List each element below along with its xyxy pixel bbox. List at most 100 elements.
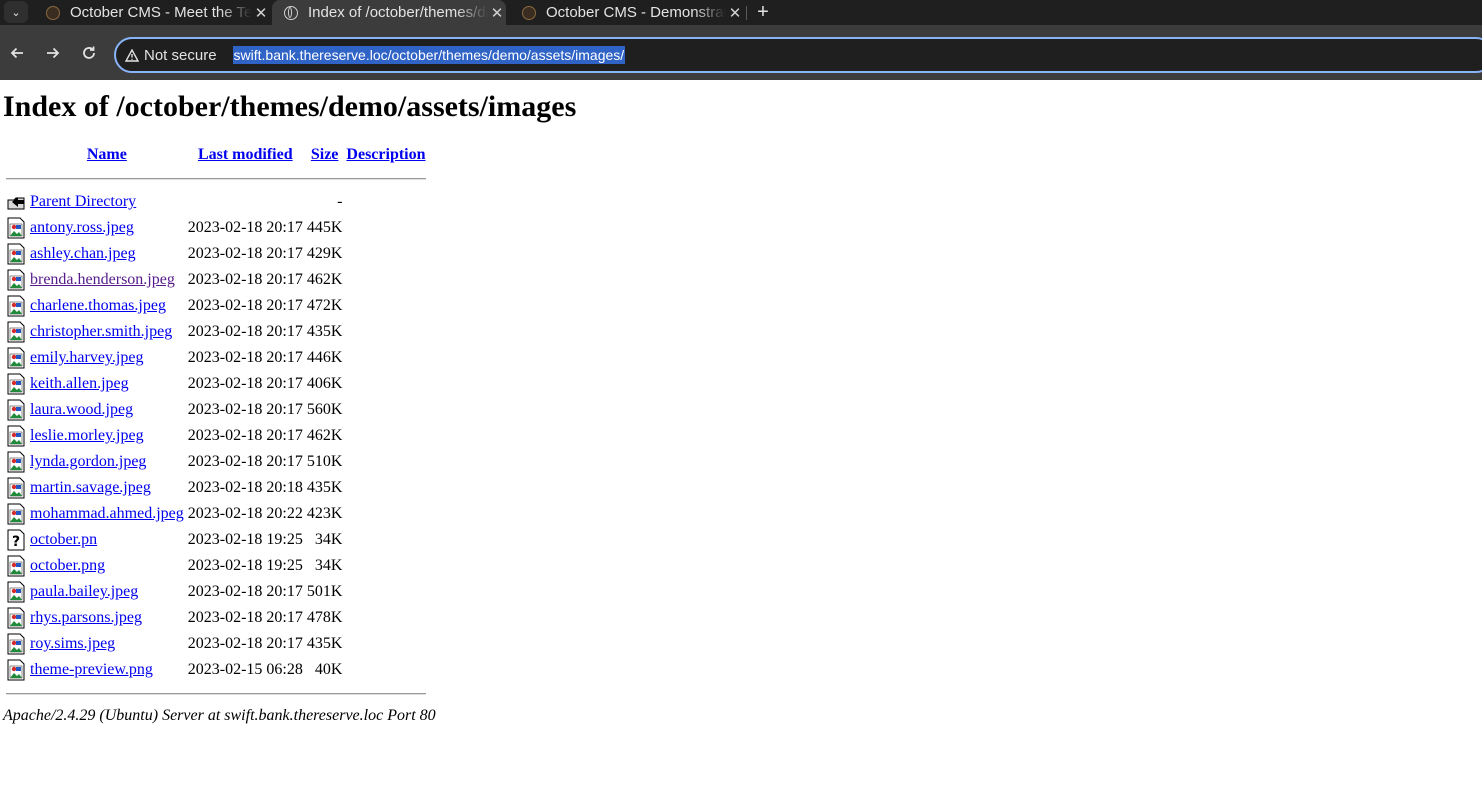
file-description — [345, 424, 426, 448]
page-content: Index of /october/themes/demo/assets/ima… — [0, 89, 1482, 725]
header-row: Name Last modified Size Description — [5, 143, 427, 167]
file-link[interactable]: charlene.thomas.jpeg — [30, 297, 166, 314]
sort-by-name-link[interactable]: Name — [87, 146, 127, 163]
file-size: 478K — [306, 609, 343, 626]
file-link[interactable]: mohammad.ahmed.jpeg — [30, 505, 184, 522]
table-row: lynda.gordon.jpeg 2023-02-18 20:17 510K — [5, 450, 427, 474]
back-arrow-icon[interactable] — [7, 43, 27, 63]
parent-directory-link[interactable]: Parent Directory — [30, 193, 136, 210]
file-size: 34K — [314, 557, 343, 574]
table-row: october.png 2023-02-18 19:25 34K — [5, 554, 427, 578]
file-modified: 2023-02-18 19:25 — [187, 531, 303, 548]
table-row: christopher.smith.jpeg 2023-02-18 20:17 43… — [5, 320, 427, 344]
file-modified: 2023-02-18 20:18 — [187, 479, 303, 496]
file-modified: 2023-02-18 20:22 — [187, 505, 303, 522]
table-row: ? october.pn 2023-02-18 19:25 34K — [5, 528, 427, 552]
image-icon — [5, 216, 27, 240]
back-folder-icon — [5, 190, 27, 214]
close-icon[interactable]: ✕ — [726, 4, 744, 22]
file-size: 435K — [306, 635, 343, 652]
sort-by-size-link[interactable]: Size — [311, 146, 339, 163]
file-modified: 2023-02-15 06:28 — [187, 661, 303, 678]
file-link[interactable]: roy.sims.jpeg — [30, 635, 115, 652]
file-size: 445K — [306, 219, 343, 236]
divider — [6, 693, 426, 694]
reload-icon[interactable] — [79, 43, 99, 63]
file-description — [345, 450, 426, 474]
image-icon — [5, 294, 27, 318]
new-tab-plus-icon[interactable]: + — [752, 0, 774, 25]
file-description — [345, 398, 426, 422]
table-row: ashley.chan.jpeg 2023-02-18 20:17 429K — [5, 242, 427, 266]
tab-october-demo[interactable]: October CMS - Demonstration ✕ — [510, 0, 744, 25]
file-link[interactable]: brenda.henderson.jpeg — [30, 271, 175, 288]
file-size: - — [337, 193, 343, 210]
table-row: martin.savage.jpeg 2023-02-18 20:18 435K — [5, 476, 427, 500]
file-link[interactable]: martin.savage.jpeg — [30, 479, 151, 496]
file-modified: 2023-02-18 20:17 — [187, 219, 303, 236]
file-description — [345, 372, 426, 396]
file-modified: 2023-02-18 20:17 — [187, 245, 303, 262]
file-link[interactable]: october.pn — [30, 531, 97, 548]
file-link[interactable]: christopher.smith.jpeg — [30, 323, 172, 340]
file-link[interactable]: rhys.parsons.jpeg — [30, 609, 142, 626]
image-icon — [5, 424, 27, 448]
image-icon — [5, 476, 27, 500]
name-column-header: Name — [29, 143, 185, 167]
file-link[interactable]: october.png — [30, 557, 105, 574]
tab-index-of-images[interactable]: Index of /october/themes/demo/assets/ima… — [272, 0, 506, 25]
file-description — [345, 320, 426, 344]
tab-october-team[interactable]: October CMS - Meet the Team ✕ — [36, 0, 270, 25]
tab-strip: ⌄ October CMS - Meet the Team ✕ Index of… — [0, 0, 1482, 25]
file-size: 462K — [306, 427, 343, 444]
sort-by-description-link[interactable]: Description — [346, 146, 425, 163]
close-icon[interactable]: ✕ — [488, 4, 506, 22]
address-bar[interactable]: Not secure swift.bank.thereserve.loc/oct… — [114, 37, 1482, 73]
directory-listing-table: Name Last modified Size Description Pare… — [3, 141, 429, 705]
file-size: 406K — [306, 375, 343, 392]
close-icon[interactable]: ✕ — [252, 4, 270, 22]
table-row: antony.ross.jpeg 2023-02-18 20:17 445K — [5, 216, 427, 240]
browser-toolbar: Not secure swift.bank.thereserve.loc/oct… — [0, 25, 1482, 80]
file-link[interactable]: emily.harvey.jpeg — [30, 349, 143, 366]
file-description — [345, 658, 426, 682]
image-icon — [5, 632, 27, 656]
file-size: 462K — [306, 271, 343, 288]
image-icon — [5, 242, 27, 266]
file-link[interactable]: antony.ross.jpeg — [30, 219, 134, 236]
file-link[interactable]: laura.wood.jpeg — [30, 401, 133, 418]
file-link[interactable]: theme-preview.png — [30, 661, 153, 678]
table-row: paula.bailey.jpeg 2023-02-18 20:17 501K — [5, 580, 427, 604]
globe-favicon-icon — [284, 5, 298, 20]
file-size: 472K — [306, 297, 343, 314]
server-signature: Apache/2.4.29 (Ubuntu) Server at swift.b… — [3, 707, 436, 724]
file-description — [345, 606, 426, 630]
url-text[interactable]: swift.bank.thereserve.loc/october/themes… — [232, 46, 626, 64]
table-row: rhys.parsons.jpeg 2023-02-18 20:17 478K — [5, 606, 427, 630]
file-description — [345, 502, 426, 526]
file-size: 40K — [314, 661, 343, 678]
file-link[interactable]: leslie.morley.jpeg — [30, 427, 144, 444]
file-modified: 2023-02-18 20:17 — [187, 635, 303, 652]
security-chip[interactable]: Not secure — [125, 47, 217, 64]
sort-by-last-modified-link[interactable]: Last modified — [198, 146, 293, 163]
file-link[interactable]: ashley.chan.jpeg — [30, 245, 136, 262]
image-icon — [5, 554, 27, 578]
forward-arrow-icon[interactable] — [43, 43, 63, 63]
tab-search-chevron-icon[interactable]: ⌄ — [4, 1, 28, 23]
file-link[interactable]: keith.allen.jpeg — [30, 375, 129, 392]
file-modified: 2023-02-18 19:25 — [187, 557, 303, 574]
tab-title: October CMS - Demonstration — [546, 4, 726, 21]
file-modified: 2023-02-18 20:17 — [187, 271, 303, 288]
image-icon — [5, 450, 27, 474]
image-icon — [5, 658, 27, 682]
file-link[interactable]: lynda.gordon.jpeg — [30, 453, 146, 470]
file-size: 34K — [314, 531, 343, 548]
file-modified: 2023-02-18 20:17 — [187, 401, 303, 418]
file-description — [345, 528, 426, 552]
file-size: 429K — [306, 245, 343, 262]
image-icon — [5, 398, 27, 422]
file-size: 435K — [306, 323, 343, 340]
size-column-header: Size — [306, 143, 344, 167]
file-link[interactable]: paula.bailey.jpeg — [30, 583, 138, 600]
